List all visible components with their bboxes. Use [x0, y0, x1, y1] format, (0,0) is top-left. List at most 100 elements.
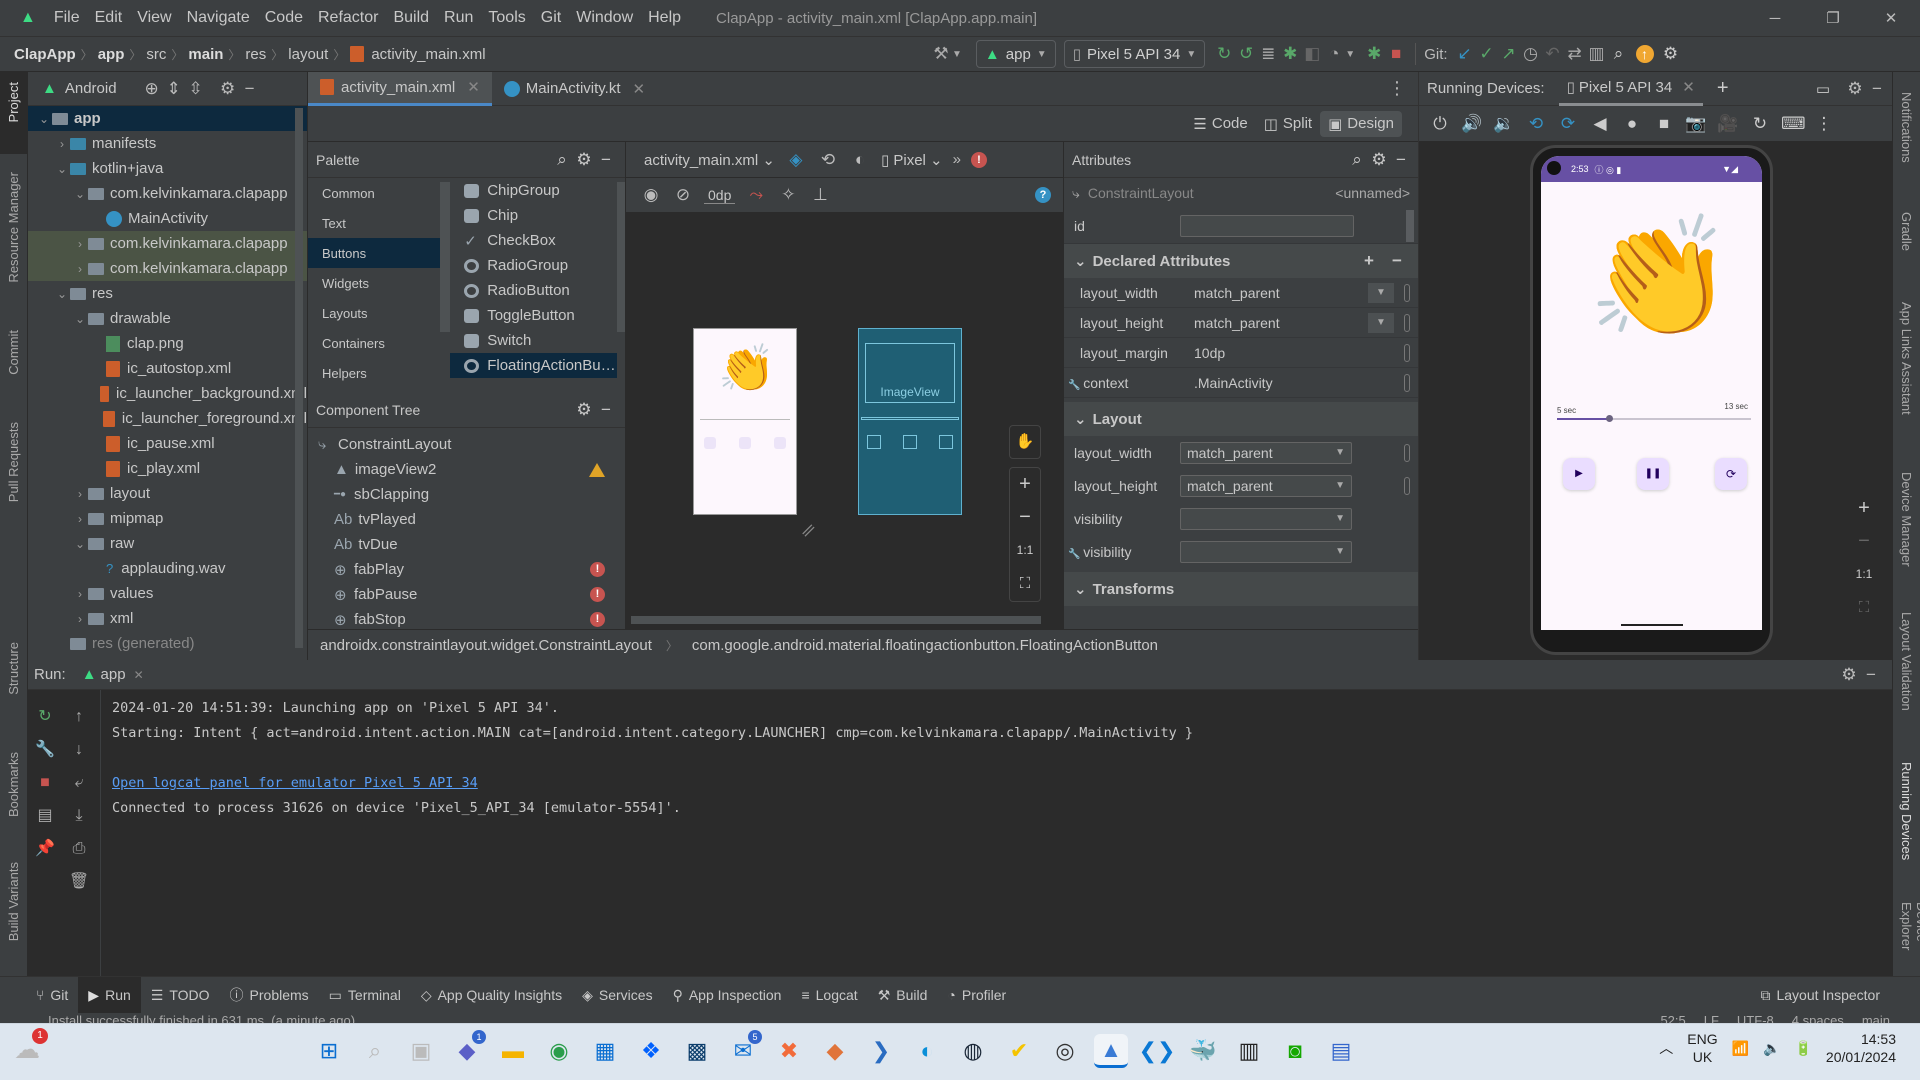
chevron-down-icon[interactable]: ▼ — [1335, 513, 1345, 524]
declared-attributes-section[interactable]: ⌄ Declared Attributes + − — [1064, 244, 1418, 278]
error-icon[interactable]: ! — [590, 612, 605, 627]
remote-desktop-app[interactable]: ▤ — [1324, 1034, 1358, 1068]
tool-window-problems[interactable]: ⓘ Problems — [220, 977, 319, 1014]
warning-icon[interactable] — [589, 462, 605, 477]
tree-item[interactable]: ic_autostop.xml — [28, 356, 307, 381]
zoom-in-button[interactable]: + — [1010, 468, 1040, 501]
close-tab-icon[interactable]: ✕ — [1682, 78, 1695, 96]
palette-item[interactable]: Chip — [450, 203, 617, 228]
close-tab-icon[interactable]: ✕ — [467, 78, 480, 96]
error-icon[interactable]: ! — [970, 151, 987, 168]
run-tab-app[interactable]: app — [101, 666, 126, 683]
cursor-position[interactable]: 52:5 — [1660, 1013, 1685, 1023]
tree-item[interactable]: ? applauding.wav — [28, 556, 307, 581]
hide-icon[interactable]: − — [1390, 150, 1412, 170]
menu-help[interactable]: Help — [648, 9, 681, 27]
tree-item[interactable]: › com.kelvinkamara.clapapp — [28, 231, 307, 256]
stripe-structure[interactable]: Structure — [6, 642, 21, 695]
id-field[interactable] — [1180, 214, 1354, 237]
apply-code-changes-icon[interactable]: ≣ — [1257, 44, 1279, 64]
settings-icon[interactable]: ⚙ — [1368, 150, 1390, 170]
volume-icon[interactable]: 🔈 — [1763, 1040, 1780, 1057]
remove-attribute-icon[interactable]: − — [1386, 251, 1408, 271]
device-tab[interactable]: ▯ Pixel 5 API 34 ✕ — [1558, 72, 1703, 106]
layout-icon[interactable]: ▤ — [32, 799, 58, 832]
logcat-link[interactable]: Open logcat panel for emulator Pixel 5 A… — [112, 771, 478, 796]
device-manager-icon[interactable]: ▥ — [1586, 44, 1608, 64]
fab-pause[interactable]: ❚❚ — [1637, 458, 1669, 490]
blueprint-preview[interactable]: ImageView — [858, 328, 962, 515]
show-hidden-icons[interactable]: ︿ — [1659, 1038, 1673, 1058]
resource-picker-button[interactable] — [1404, 343, 1410, 362]
search-icon[interactable]: ⌕ — [1346, 150, 1368, 170]
tree-item[interactable]: res (generated) — [28, 631, 307, 656]
breadcrumb-item[interactable]: res — [245, 46, 266, 63]
attribute-select[interactable]: match_parent ▼ — [1180, 474, 1352, 497]
chevron-down-icon[interactable]: ▼ — [952, 49, 962, 60]
seekbar-thumb[interactable] — [1606, 415, 1614, 422]
tree-item[interactable]: clap.png — [28, 331, 307, 356]
charts-app[interactable]: ▥ — [1232, 1034, 1266, 1068]
breadcrumb-item[interactable]: src — [146, 46, 166, 63]
layout-icon[interactable]: ▭ — [1816, 80, 1830, 98]
chevron-down-icon[interactable]: ▼ — [1345, 49, 1355, 60]
profile-icon[interactable]: ◔ — [1323, 44, 1345, 64]
more-options-icon[interactable]: ⋮ — [1813, 114, 1835, 134]
rerun-icon[interactable]: ↻ — [32, 700, 58, 733]
tree-item[interactable]: › layout — [28, 481, 307, 506]
component-tree-item[interactable]: ⤷ ConstraintLayout — [308, 432, 625, 457]
attributes-scrollbar[interactable] — [1406, 210, 1414, 242]
menu-code[interactable]: Code — [265, 9, 303, 27]
orientation-icon[interactable]: ⟲ — [817, 150, 839, 170]
stripe-project[interactable]: Project — [6, 82, 21, 122]
palette-category-layouts[interactable]: Layouts — [308, 298, 440, 328]
tool-window-build[interactable]: ⚒ Build — [868, 977, 938, 1014]
attribute-select[interactable]: ▼ — [1180, 540, 1352, 563]
chevron-right-icon[interactable]: › — [72, 237, 88, 251]
palette-category-widgets[interactable]: Widgets — [308, 268, 440, 298]
stripe-gradle[interactable]: Gradle — [1899, 212, 1914, 251]
hide-icon[interactable]: − — [239, 79, 261, 99]
menu-view[interactable]: View — [137, 9, 171, 27]
zoom-out-button[interactable]: − — [1848, 525, 1880, 558]
resource-picker-button[interactable] — [1404, 476, 1410, 495]
hide-icon[interactable]: − — [595, 150, 617, 170]
tree-item[interactable]: ⌄ app — [28, 106, 307, 131]
chevron-down-icon[interactable]: ⌄ — [54, 287, 70, 301]
git-update-icon[interactable]: ↙ — [1454, 44, 1476, 64]
stripe-bookmarks[interactable]: Bookmarks — [6, 752, 21, 817]
update-icon[interactable]: ↑ — [1635, 45, 1654, 63]
stripe-app-links[interactable]: App Links Assistant — [1899, 302, 1914, 415]
git-commit-icon[interactable]: ✓ — [1476, 44, 1498, 64]
tool-window-app-inspection[interactable]: ⚲ App Inspection — [663, 977, 792, 1014]
breadcrumb-item[interactable]: main — [188, 46, 223, 63]
fab-play[interactable]: ▶ — [1563, 458, 1595, 490]
wifi-icon[interactable]: 📶 — [1732, 1040, 1749, 1057]
file-selector[interactable]: activity_main.xml ⌄ — [644, 151, 775, 169]
tool-window-services[interactable]: ◈ Services — [572, 977, 662, 1014]
menu-run[interactable]: Run — [444, 9, 473, 27]
palette-item[interactable]: ToggleButton — [450, 303, 617, 328]
menu-git[interactable]: Git — [541, 9, 561, 27]
view-options-icon[interactable]: ◉ — [640, 185, 662, 205]
component-tree-item[interactable]: ▲ imageView2 — [308, 457, 625, 482]
resource-picker-button[interactable] — [1404, 283, 1410, 302]
zoom-fit-icon[interactable]: ⛶ — [1010, 567, 1040, 600]
soft-wrap-icon[interactable]: ⤶ — [66, 766, 92, 799]
stripe-build-variants[interactable]: Build Variants — [6, 862, 21, 941]
android-studio-app[interactable]: ▲ — [1094, 1034, 1128, 1068]
edge-app[interactable]: ◐ — [910, 1034, 944, 1068]
rotate-left-icon[interactable]: ⟲ — [1525, 114, 1547, 134]
sourcetree-app[interactable]: ◆ — [818, 1034, 852, 1068]
hide-icon[interactable]: − — [1860, 665, 1882, 685]
dropdown-button[interactable]: ▼ — [1368, 312, 1394, 333]
start-button[interactable]: ⊞ — [312, 1034, 346, 1068]
attribute-value[interactable]: .MainActivity — [1194, 375, 1418, 391]
breadcrumb-item[interactable]: ClapApp — [14, 46, 76, 63]
design-surface[interactable]: 👏 ═ ImageView ✋ + − 1:1 ⛶ — [626, 142, 1063, 629]
night-mode-icon[interactable]: ◐ — [849, 150, 871, 170]
tree-item[interactable]: ic_launcher_background.xml — [28, 381, 307, 406]
tool-window-run[interactable]: ▶ Run — [78, 976, 141, 1014]
history-icon[interactable]: ◷ — [1520, 44, 1542, 64]
minimize-button[interactable]: ─ — [1746, 10, 1804, 27]
